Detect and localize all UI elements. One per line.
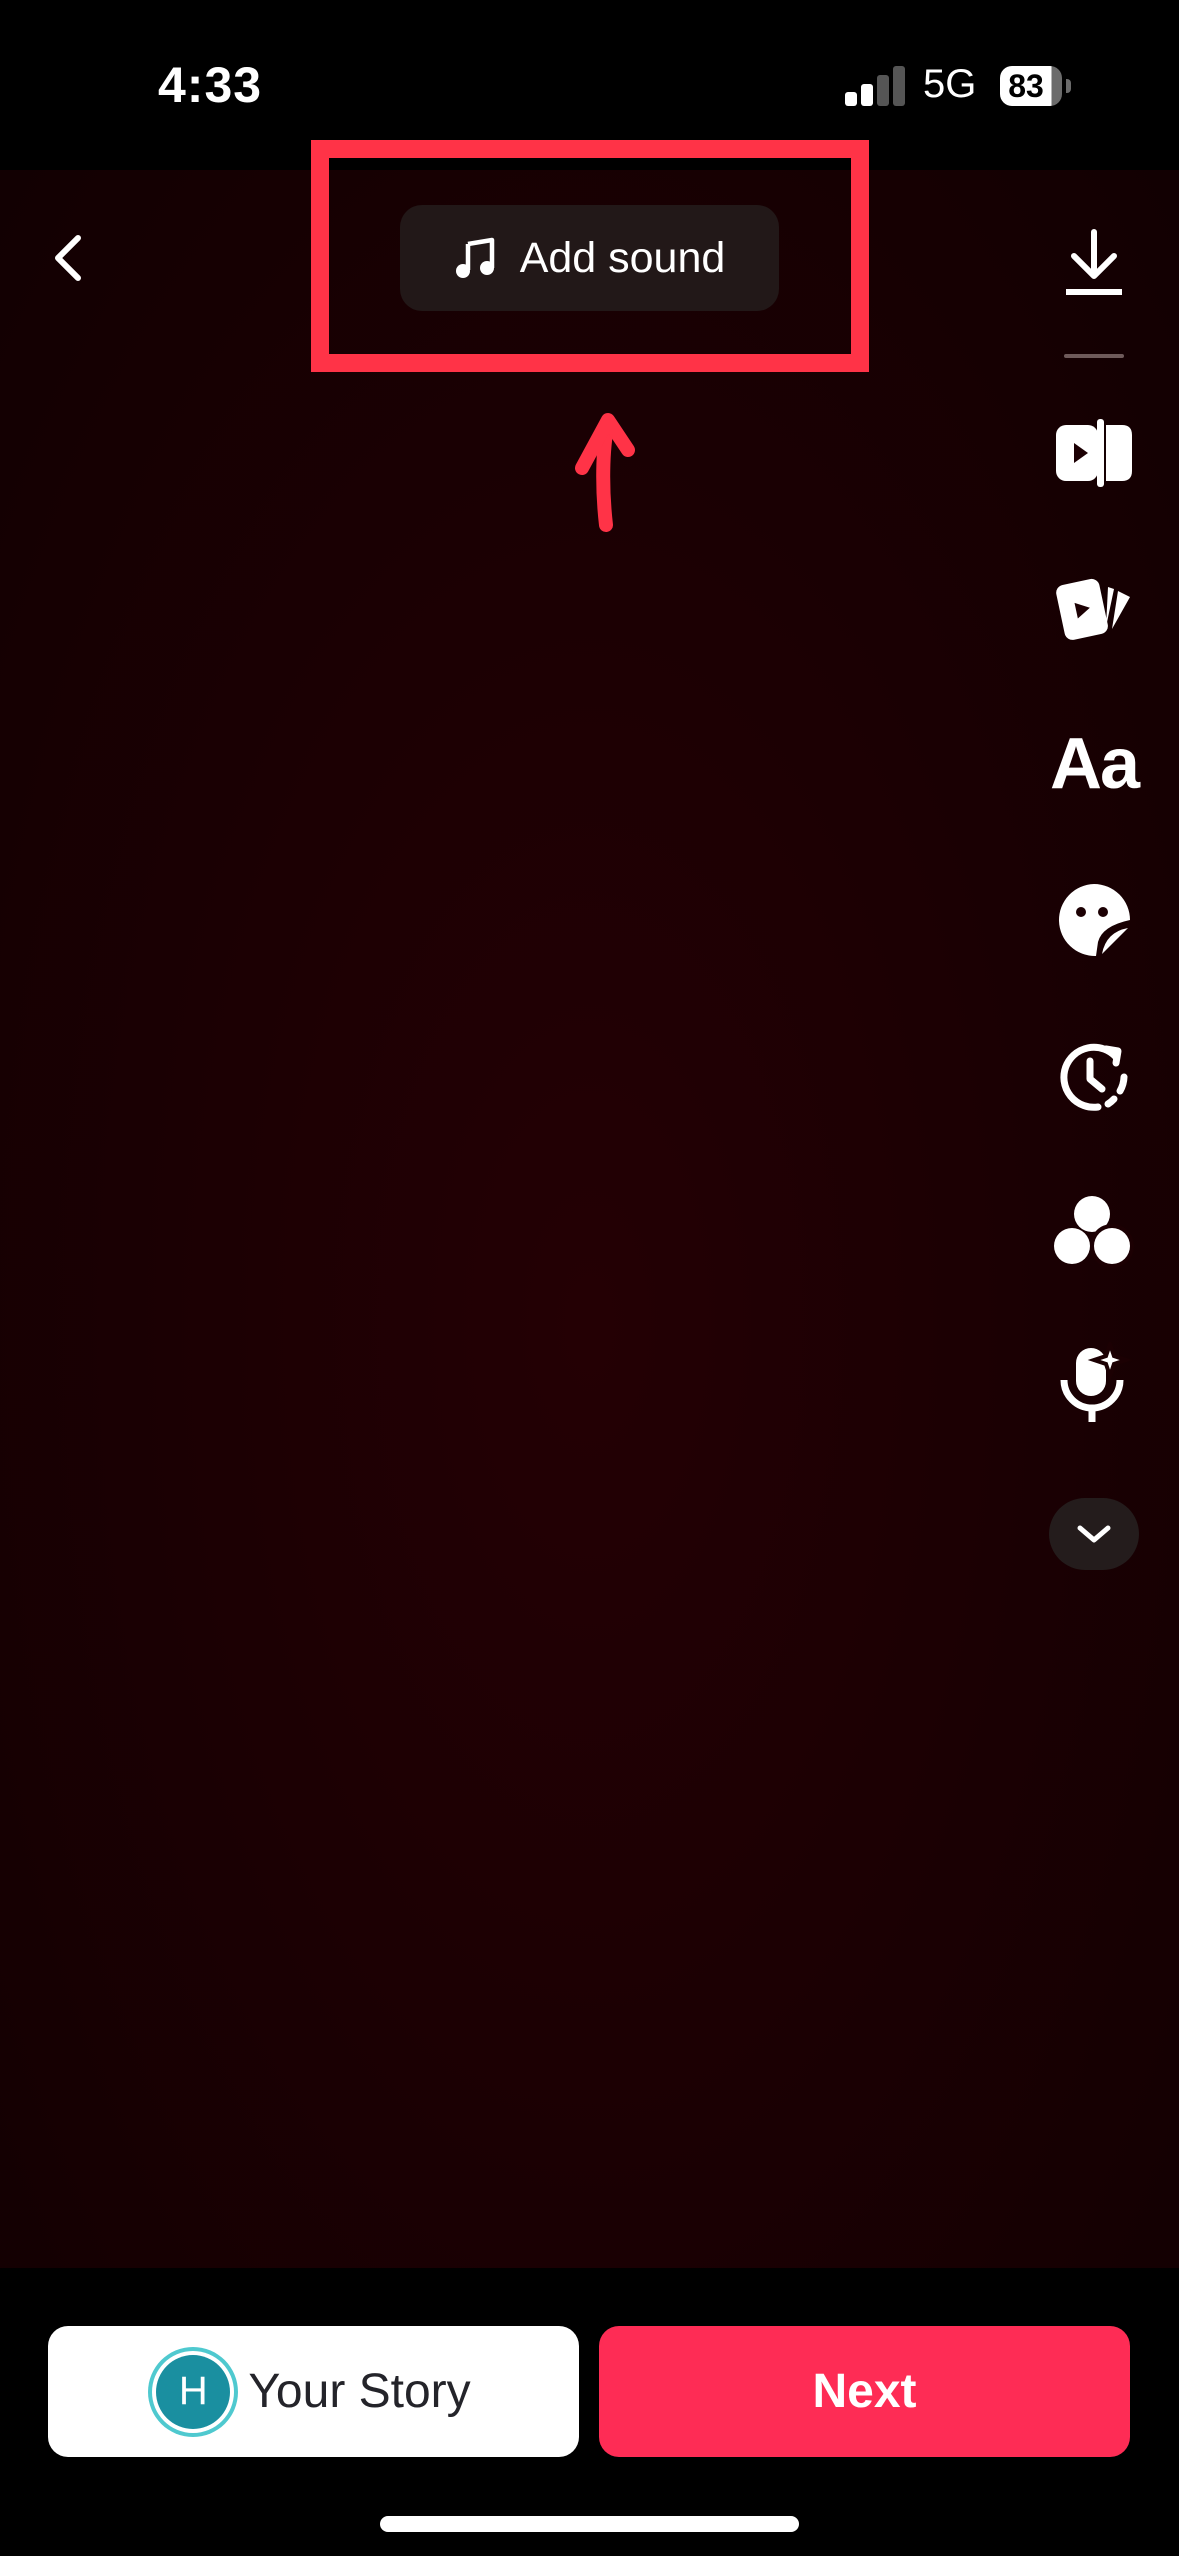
stickers-button[interactable]: [1052, 878, 1136, 962]
avatar: H: [156, 2354, 231, 2429]
your-story-label: Your Story: [248, 2365, 471, 2418]
more-tools-button[interactable]: [1049, 1498, 1139, 1570]
status-bar: 4:33 5G 83: [0, 0, 1179, 170]
chevron-left-icon: [55, 235, 81, 281]
filters-icon: [1054, 1196, 1134, 1268]
text-icon: Aa: [1049, 724, 1140, 804]
voice-effects-button[interactable]: [1052, 1342, 1136, 1426]
filters-button[interactable]: [1052, 1190, 1136, 1274]
add-sound-label: Add sound: [519, 233, 726, 282]
video-preview-canvas[interactable]: [0, 170, 1179, 2268]
home-indicator[interactable]: [380, 2516, 799, 2532]
add-sound-button[interactable]: Add sound: [400, 205, 779, 311]
timer-effects-icon: [1060, 1043, 1128, 1111]
back-button[interactable]: [40, 222, 96, 294]
status-time: 4:33: [158, 57, 263, 113]
next-label: Next: [812, 2365, 917, 2418]
toolbar-divider: [1064, 354, 1124, 358]
music-note-icon: [455, 237, 494, 278]
templates-button[interactable]: [1052, 565, 1136, 649]
cellular-signal-icon: [845, 66, 907, 106]
sticker-icon: [1058, 884, 1130, 957]
chevron-down-icon: [1077, 1525, 1111, 1543]
your-story-button[interactable]: H Your Story: [48, 2326, 579, 2457]
video-edit-icon: [1056, 419, 1132, 487]
effects-button[interactable]: [1052, 1035, 1136, 1119]
download-icon: [1066, 229, 1122, 295]
templates-icon: [1056, 578, 1130, 640]
battery-icon: 83: [1000, 66, 1062, 106]
network-type: 5G: [923, 62, 977, 106]
battery-percent: 83: [1008, 68, 1044, 104]
battery-tip: [1066, 79, 1071, 93]
next-button[interactable]: Next: [599, 2326, 1130, 2457]
download-button[interactable]: [1052, 220, 1136, 304]
text-button[interactable]: Aa: [1049, 722, 1140, 806]
ai-voice-mic-icon: [1060, 1342, 1133, 1422]
edit-video-button[interactable]: [1052, 411, 1136, 495]
